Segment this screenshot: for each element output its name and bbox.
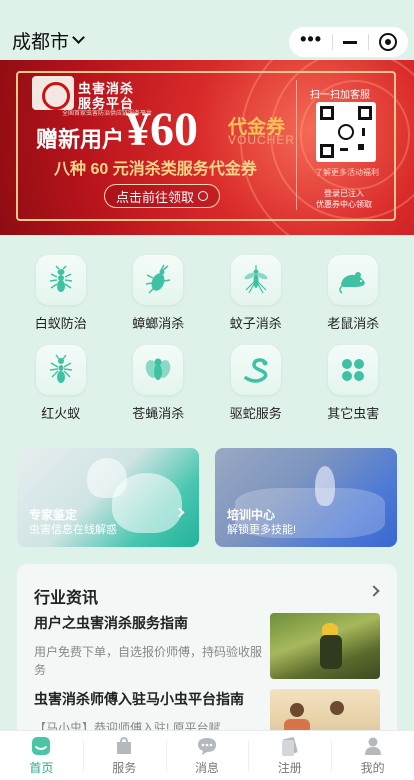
category-label: 其它虫害 — [327, 406, 380, 421]
miniprogram-capsule: ••• — [289, 27, 408, 57]
training-center-card[interactable]: 培训中心 解锁更多技能! — [215, 448, 397, 547]
industry-news-panel: 行业资讯 用户之虫害消杀服务指南 用户免费下单，自选报价师傅，持码验收服务 虫害… — [17, 564, 397, 744]
scan-label: 扫一扫加客服 — [310, 90, 370, 101]
home-icon — [32, 737, 51, 755]
tab-mine[interactable]: 我的 — [331, 731, 414, 780]
qr-dot — [362, 128, 365, 136]
claim-voucher-label: 点击前往领取 — [115, 189, 194, 205]
category-label: 白蚁防治 — [34, 316, 87, 331]
user-profile-icon — [364, 737, 381, 755]
termite-icon — [35, 255, 86, 305]
promo-subtitle: 解锁更多技能! — [227, 524, 297, 536]
city-label: 成都市 — [12, 32, 70, 53]
message-bubble-icon — [197, 738, 216, 755]
tab-home[interactable]: 首页 — [0, 731, 83, 780]
clover-icon — [328, 345, 379, 395]
capsule-divider — [367, 34, 369, 50]
qr-code-icon — [316, 102, 376, 162]
card-photo-figure — [112, 473, 182, 533]
category-rat[interactable]: 老鼠消杀 — [305, 255, 403, 332]
banner-divider — [296, 80, 297, 210]
category-label: 苍蝇消杀 — [132, 406, 185, 421]
register-card-icon — [281, 737, 298, 756]
register-note-1: 登录已注入 — [324, 189, 364, 198]
voucher-label-en: VOUCHER — [228, 133, 296, 147]
cockroach-icon — [133, 255, 184, 305]
chevron-down-icon — [72, 31, 85, 44]
category-label: 驱蛇服务 — [229, 406, 282, 421]
qr-center — [338, 124, 354, 140]
category-other-pests[interactable]: 其它虫害 — [305, 345, 403, 422]
top-bar: 成都市 ••• — [0, 0, 414, 60]
category-label: 红火蚁 — [41, 406, 81, 421]
close-target-icon[interactable] — [378, 33, 397, 51]
voucher-banner[interactable]: 虫害消杀 服务平台 全国首家虫害防治供应链服务平台 赠新用户 ¥60 代金券 V… — [0, 60, 414, 235]
tab-message[interactable]: 消息 — [165, 731, 249, 780]
category-label: 蚊子消杀 — [229, 316, 282, 331]
tab-label: 首页 — [29, 761, 54, 775]
rat-icon — [328, 255, 379, 305]
category-label: 蟑螂消杀 — [132, 316, 185, 331]
banner-headline: 赠新用户 — [36, 127, 125, 152]
fly-icon — [133, 345, 184, 395]
claim-voucher-button[interactable]: 点击前往领取 — [104, 184, 220, 208]
category-termite[interactable]: 白蚁防治 — [12, 255, 110, 332]
news-item-title: 用户之虫害消杀服务指南 — [34, 615, 188, 631]
promo-subtitle: 虫害信息在线解惑 — [29, 524, 117, 536]
qr-dot — [358, 144, 364, 150]
category-label: 老鼠消杀 — [327, 316, 380, 331]
category-cockroach[interactable]: 蟑螂消杀 — [110, 255, 208, 332]
minimize-icon[interactable] — [343, 40, 358, 44]
bottom-tab-bar: 首页 服务 消息 注册 我的 — [0, 730, 414, 780]
tab-service[interactable]: 服务 — [82, 731, 166, 780]
qr-corner — [358, 106, 372, 120]
snake-icon — [230, 345, 281, 395]
mosquito-icon — [230, 255, 281, 305]
news-heading: 行业资讯 — [34, 590, 99, 607]
category-snake[interactable]: 驱蛇服务 — [207, 345, 305, 422]
banner-subline: 八种 60 元消杀类服务代金券 — [54, 161, 257, 178]
service-category-grid: 白蚁防治 蟑螂消杀 蚊子消杀 老鼠消杀 红火蚁 苍蝇消杀 驱蛇服务 其它虫害 — [12, 255, 402, 422]
city-selector[interactable]: 成都市 — [12, 27, 85, 54]
qr-dot — [340, 148, 348, 151]
tab-label: 服务 — [112, 761, 137, 775]
tab-label: 消息 — [194, 761, 219, 775]
chevron-right-icon[interactable] — [368, 585, 380, 597]
arrow-circle-icon — [198, 191, 208, 201]
tab-label: 注册 — [277, 761, 302, 775]
fire-ant-icon — [35, 345, 86, 395]
news-item-title: 虫害消杀师傅入驻马小虫平台指南 — [34, 691, 244, 707]
category-fly[interactable]: 苍蝇消杀 — [110, 345, 208, 422]
category-mosquito[interactable]: 蚊子消杀 — [207, 255, 305, 332]
news-item-desc: 用户免费下单，自选报价师傅，持码验收服务 — [34, 645, 263, 677]
news-thumbnail — [270, 613, 380, 679]
capsule-divider — [332, 34, 334, 50]
expert-identification-card[interactable]: 专家鉴定 虫害信息在线解惑 — [17, 448, 199, 547]
more-activities-text: 了解更多活动福利 — [315, 168, 379, 177]
service-bag-icon — [117, 736, 132, 754]
brand-logo-icon — [32, 76, 74, 110]
register-note-2: 优惠券中心领取 — [316, 200, 372, 209]
more-dots-icon[interactable]: ••• — [300, 30, 322, 48]
qr-corner — [320, 144, 334, 158]
tab-label: 我的 — [360, 761, 385, 775]
tab-register[interactable]: 注册 — [248, 731, 331, 780]
category-fire-ant[interactable]: 红火蚁 — [12, 345, 110, 422]
qr-corner — [320, 106, 334, 120]
voucher-amount: ¥60 — [126, 103, 198, 156]
